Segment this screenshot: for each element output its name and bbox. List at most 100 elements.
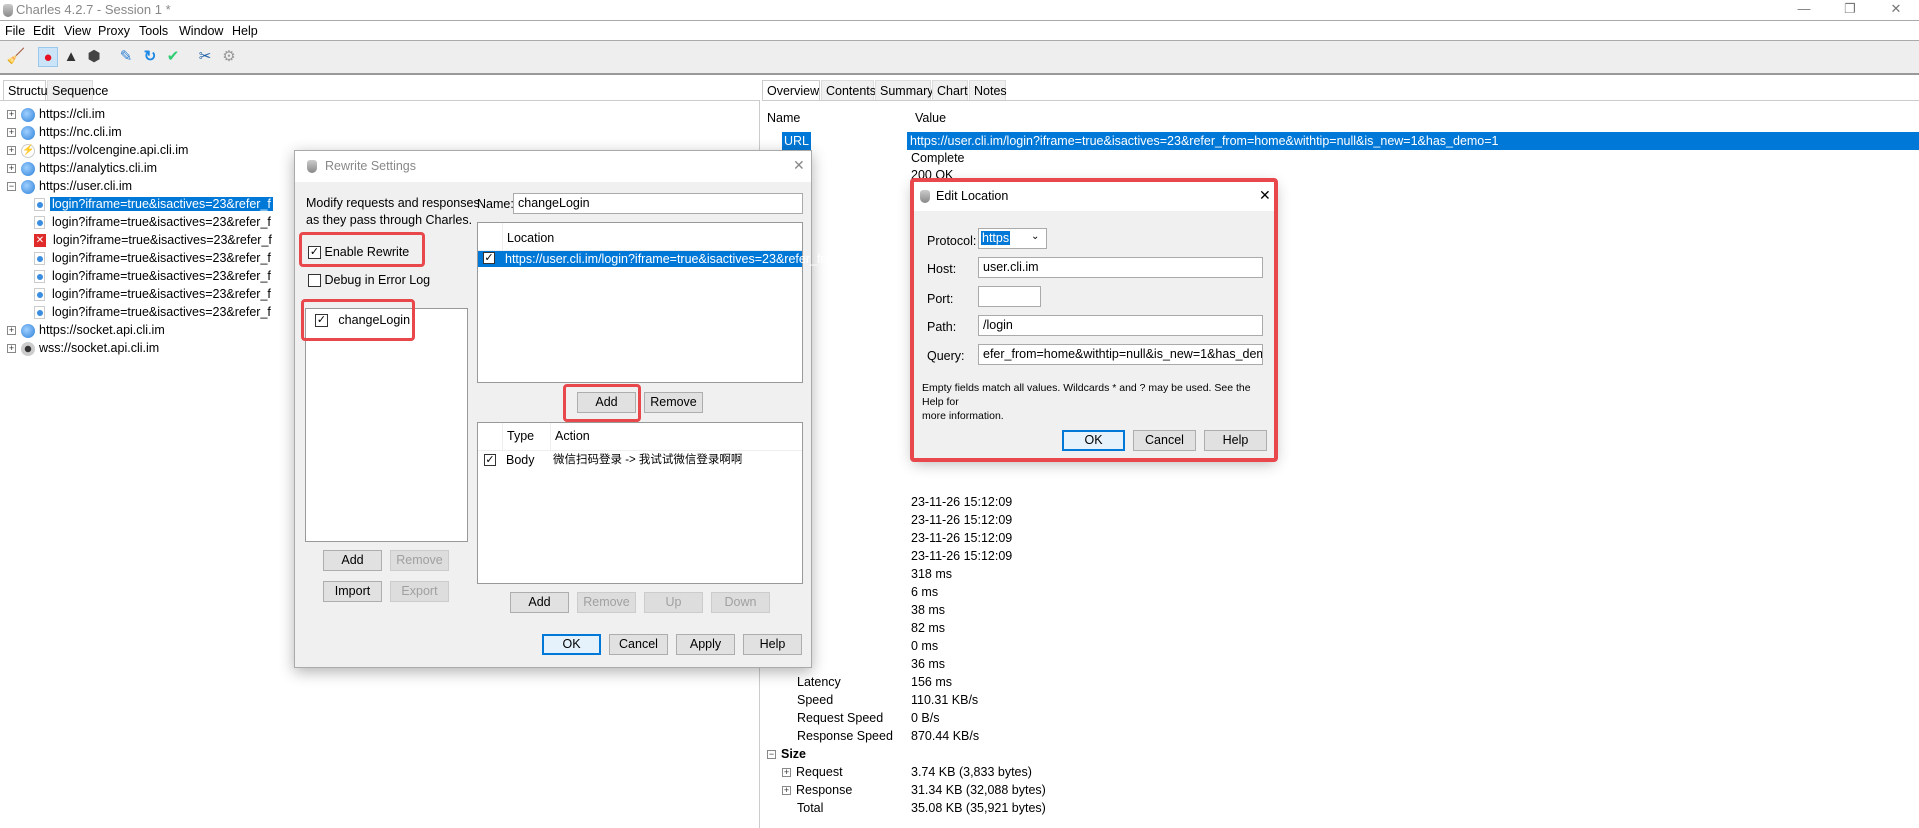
menu-proxy[interactable]: Proxy: [98, 24, 130, 38]
checkbox-unchecked[interactable]: [308, 274, 321, 288]
latency-label: Latency: [797, 675, 841, 689]
tree-request[interactable]: login?iframe=true&isactives=23&refer_f: [34, 267, 273, 285]
tree-request[interactable]: login?iframe=true&isactives=23&refer_f: [34, 303, 273, 321]
tree-host[interactable]: + https://cli.im: [7, 105, 105, 123]
tab-chart[interactable]: Chart: [932, 80, 968, 101]
title-bar: Charles 4.2.7 - Session 1 * — ❐ ✕: [0, 0, 1919, 20]
restore-button[interactable]: ❐: [1830, 0, 1870, 20]
tab-contents[interactable]: Contents: [821, 80, 876, 101]
location-row[interactable]: ✓ https://user.cli.im/login?iframe=true&…: [478, 251, 842, 267]
repeat-icon[interactable]: ↻: [140, 47, 160, 67]
remove-rule-button[interactable]: Remove: [577, 592, 636, 613]
throttle-turtle-icon[interactable]: ▲: [61, 47, 81, 67]
expand-icon[interactable]: +: [7, 110, 16, 120]
tab-notes[interactable]: Notes: [969, 80, 1007, 101]
url-value[interactable]: https://user.cli.im/login?iframe=true&is…: [907, 132, 1919, 150]
tools-icon[interactable]: ✂: [195, 47, 215, 67]
expand-icon[interactable]: +: [7, 164, 16, 174]
tree-host[interactable]: + https://nc.cli.im: [7, 123, 122, 141]
expand-icon[interactable]: +: [7, 344, 16, 354]
breakpoints-icon[interactable]: ⬢: [84, 47, 104, 67]
compose-pen-icon[interactable]: ✎: [116, 47, 136, 67]
tab-structure[interactable]: Structure: [3, 80, 59, 101]
tab-summary[interactable]: Summary: [875, 80, 933, 101]
expand-icon[interactable]: +: [782, 786, 791, 796]
size-response-value: 31.34 KB (32,088 bytes): [911, 783, 1046, 797]
host-label: wss://socket.api.cli.im: [39, 341, 160, 355]
tab-overview[interactable]: Overview: [762, 80, 820, 101]
menu-file[interactable]: File: [5, 24, 25, 38]
import-button[interactable]: Import: [323, 581, 382, 602]
close-icon[interactable]: ✕: [793, 157, 805, 174]
column-value-header: Value: [915, 111, 947, 125]
tls-time: 82 ms: [911, 621, 946, 635]
remove-set-button[interactable]: Remove: [390, 550, 449, 571]
ok-button[interactable]: OK: [542, 634, 601, 655]
collapse-icon[interactable]: −: [7, 182, 16, 192]
request-icon: [34, 216, 45, 230]
dialog-title-bar: Rewrite Settings ✕: [295, 151, 811, 182]
rule-row[interactable]: ✓ Body 微信扫码登录 -> 我试试微信登录啊啊: [478, 452, 802, 468]
size-request-row[interactable]: + Request: [782, 763, 843, 781]
tree-host[interactable]: + ⚡ https://volcengine.api.cli.im: [7, 141, 188, 159]
highlight-annotation: [299, 232, 425, 267]
tab-sequence[interactable]: Sequence: [47, 80, 108, 101]
menu-view[interactable]: View: [64, 24, 91, 38]
host-label: https://analytics.cli.im: [39, 161, 158, 175]
record-icon[interactable]: ●: [38, 47, 58, 67]
name-input[interactable]: changeLogin: [513, 193, 803, 214]
move-down-button[interactable]: Down: [711, 592, 770, 613]
globe-icon: [21, 107, 35, 122]
minimize-button[interactable]: —: [1784, 0, 1824, 20]
expand-icon[interactable]: +: [7, 146, 16, 156]
globe-icon: [21, 323, 35, 338]
validate-check-icon[interactable]: ✔: [163, 47, 183, 67]
expand-icon[interactable]: +: [7, 128, 16, 138]
menu-edit[interactable]: Edit: [33, 24, 55, 38]
type-column-header: Type: [507, 429, 535, 443]
speed-value: 110.31 KB/s: [911, 693, 979, 707]
debug-log-checkbox[interactable]: Debug in Error Log: [308, 271, 430, 289]
tree-request[interactable]: login?iframe=true&isactives=23&refer_f: [34, 213, 273, 231]
tree-request[interactable]: ✕ login?iframe=true&isactives=23&refer_f: [34, 231, 274, 249]
move-up-button[interactable]: Up: [644, 592, 703, 613]
highlight-annotation: [301, 299, 415, 341]
expand-icon[interactable]: +: [7, 326, 16, 336]
tree-host[interactable]: + wss://socket.api.cli.im: [7, 339, 159, 357]
tree-request[interactable]: login?iframe=true&isactives=23&refer_f: [34, 195, 273, 213]
response-start-time: 23-11-26 15:12:09: [911, 531, 1013, 545]
help-button[interactable]: Help: [743, 634, 802, 655]
apply-button[interactable]: Apply: [676, 634, 735, 655]
checkbox-checked[interactable]: ✓: [484, 454, 496, 466]
menu-help[interactable]: Help: [232, 24, 258, 38]
size-response-row[interactable]: + Response: [782, 781, 852, 799]
tree-request[interactable]: login?iframe=true&isactives=23&refer_f: [34, 249, 273, 267]
checkbox-checked[interactable]: ✓: [483, 252, 495, 264]
export-button[interactable]: Export: [390, 581, 449, 602]
cancel-button[interactable]: Cancel: [609, 634, 668, 655]
add-rule-button[interactable]: Add: [510, 592, 569, 613]
broom-icon[interactable]: 🧹: [6, 47, 26, 67]
tree-host[interactable]: − https://user.cli.im: [7, 177, 132, 195]
size-section[interactable]: − Size: [767, 745, 806, 763]
tree-host[interactable]: + https://socket.api.cli.im: [7, 321, 165, 339]
checkbox-label: Debug in Error Log: [324, 273, 431, 287]
action-column-header: Action: [555, 429, 590, 443]
request-icon: [34, 306, 45, 320]
settings-gear-icon[interactable]: ⚙: [219, 47, 239, 67]
request-icon: [34, 288, 45, 302]
request-label: login?iframe=true&isactives=23&refer_f: [52, 305, 271, 319]
menu-window[interactable]: Window: [179, 24, 223, 38]
collapse-icon[interactable]: −: [767, 750, 776, 760]
window-title: Charles 4.2.7 - Session 1 *: [16, 2, 171, 17]
request-label: login?iframe=true&isactives=23&refer_f: [52, 269, 271, 283]
expand-icon[interactable]: +: [782, 768, 791, 778]
add-set-button[interactable]: Add: [323, 550, 382, 571]
remove-location-button[interactable]: Remove: [644, 392, 703, 413]
close-window-button[interactable]: ✕: [1876, 0, 1916, 20]
request-speed-label: Request Speed: [797, 711, 884, 725]
menu-tools[interactable]: Tools: [139, 24, 168, 38]
tree-host[interactable]: + https://analytics.cli.im: [7, 159, 157, 177]
request-label: login?iframe=true&isactives=23&refer_f: [53, 233, 272, 247]
tree-request[interactable]: login?iframe=true&isactives=23&refer_f: [34, 285, 273, 303]
